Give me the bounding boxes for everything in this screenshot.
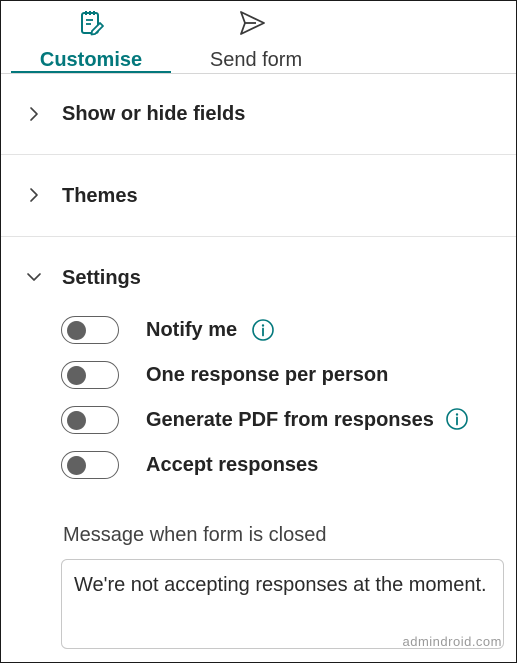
section-settings-header[interactable]: Settings [1,237,516,297]
info-icon[interactable] [445,407,469,431]
toggle-knob [67,456,86,475]
setting-label: One response per person [146,364,389,386]
setting-accept-responses: Accept responses [61,451,501,483]
setting-label: Generate PDF from responses [146,409,434,431]
toggle-knob [67,411,86,430]
chevron-right-icon [30,188,38,202]
section-title-fields: Show or hide fields [62,103,246,125]
chevron-down-icon [27,273,41,281]
accept-responses-toggle[interactable] [61,451,119,479]
one-response-toggle[interactable] [61,361,119,389]
tab-customise[interactable]: Customise [11,1,171,74]
section-show-hide-fields[interactable]: Show or hide fields [1,74,516,154]
setting-notify-me: Notify me [61,316,501,348]
notify-me-toggle[interactable] [61,316,119,344]
setting-generate-pdf: Generate PDF from responses [61,406,501,438]
generate-pdf-toggle[interactable] [61,406,119,434]
tab-send-form[interactable]: Send form [176,1,336,73]
setting-label: Notify me [146,319,238,341]
tab-customise-label: Customise [39,49,143,71]
section-themes[interactable]: Themes [1,155,516,236]
send-icon [240,11,265,35]
watermark: admindroid.com [402,634,502,649]
info-icon[interactable] [251,318,275,342]
closed-message-label: Message when form is closed [63,524,327,546]
setting-one-response: One response per person [61,361,501,393]
section-title-settings: Settings [62,267,141,289]
tab-send-form-label: Send form [209,49,303,71]
setting-label: Accept responses [146,454,319,476]
chevron-right-icon [30,107,38,121]
form-edit-icon [81,11,104,36]
form-settings-panel: Customise Send form Show or hide fields … [0,0,517,663]
toggle-knob [67,321,86,340]
tab-bar: Customise Send form [1,1,516,74]
section-title-themes: Themes [62,185,138,207]
toggle-knob [67,366,86,385]
